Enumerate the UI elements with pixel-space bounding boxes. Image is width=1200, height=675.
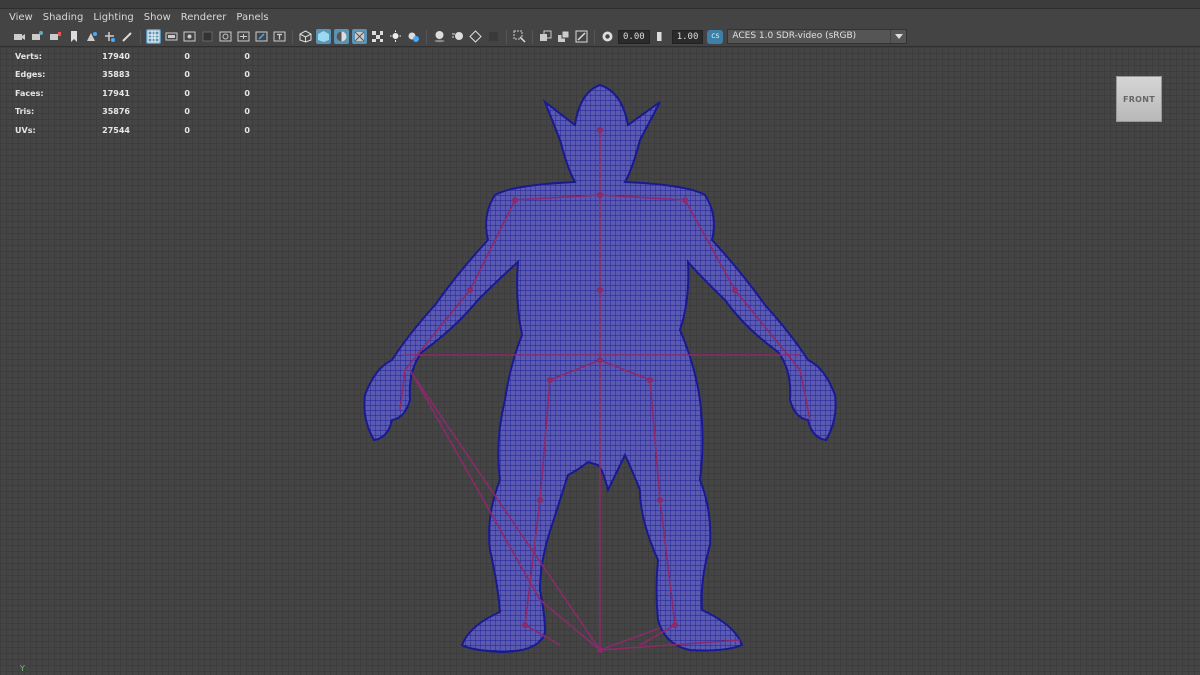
hud-label: Edges: [15, 70, 46, 80]
hud-components: 0 [244, 107, 250, 117]
hud-selected: 0 [184, 51, 190, 61]
hud-value: 27544 [102, 125, 130, 135]
hud-row-tris: Tris: 35876 0 0 [15, 103, 250, 122]
hud-components: 0 [244, 51, 250, 61]
hud-label: UVs: [15, 125, 36, 135]
hud-value: 17941 [102, 88, 130, 98]
hud-row-verts: Verts: 17940 0 0 [15, 47, 250, 66]
hud-label: Verts: [15, 51, 42, 61]
hud-value: 35876 [102, 107, 130, 117]
axis-indicator: Y [20, 664, 25, 673]
hud-selected: 0 [184, 70, 190, 80]
hud-row-uvs: UVs: 27544 0 0 [15, 121, 250, 140]
hud-selected: 0 [184, 107, 190, 117]
hud-row-edges: Edges: 35883 0 0 [15, 66, 250, 85]
hud-components: 0 [244, 88, 250, 98]
hud-label: Faces: [15, 88, 44, 98]
hud-components: 0 [244, 125, 250, 135]
hud-row-faces: Faces: 17941 0 0 [15, 84, 250, 103]
view-cube-front[interactable]: FRONT [1116, 76, 1162, 122]
view-cube-label: FRONT [1122, 94, 1156, 104]
hud-selected: 0 [184, 88, 190, 98]
poly-count-hud: Verts: 17940 0 0 Edges: 35883 0 0 Faces:… [15, 47, 250, 140]
hud-label: Tris: [15, 107, 35, 117]
hud-selected: 0 [184, 125, 190, 135]
hud-value: 35883 [102, 70, 130, 80]
hud-components: 0 [244, 70, 250, 80]
hud-value: 17940 [102, 51, 130, 61]
